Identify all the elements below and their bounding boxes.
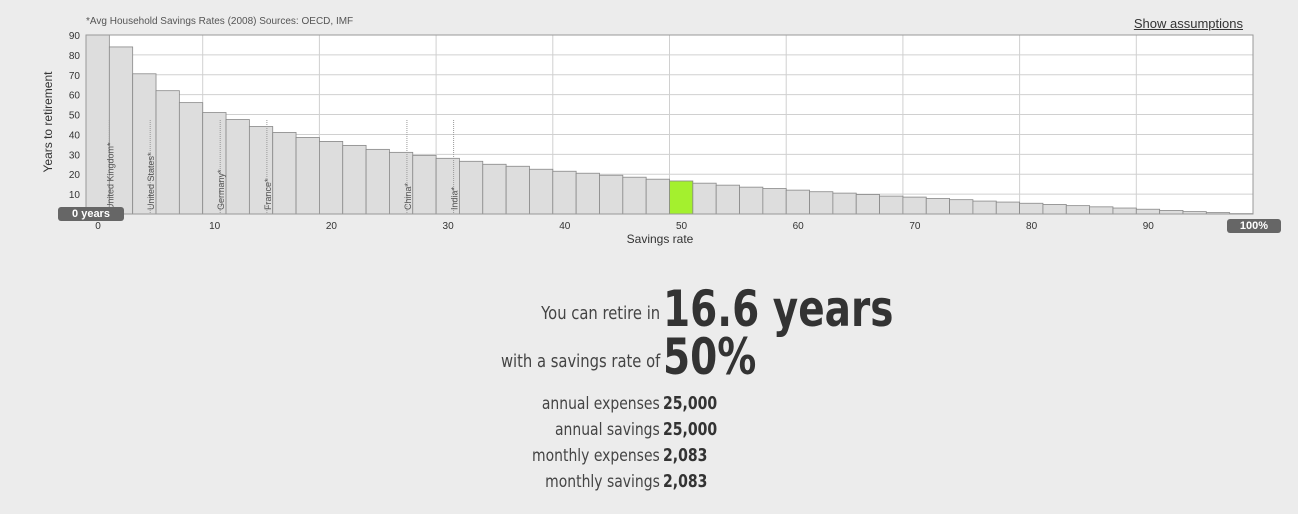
bar[interactable]: [505, 165, 530, 215]
bar[interactable]: [1135, 208, 1161, 215]
bar[interactable]: [622, 176, 647, 215]
source-note: *Avg Household Savings Rates (2008) Sour…: [86, 16, 354, 27]
country-marker-label: United States*: [146, 152, 156, 210]
bar[interactable]: [1089, 206, 1114, 215]
annual-savings-label: annual savings: [555, 420, 660, 440]
x-tick-label: 50: [676, 221, 688, 232]
bar[interactable]: [225, 119, 250, 215]
bar[interactable]: [809, 191, 834, 215]
highlighted-bar[interactable]: [669, 180, 694, 215]
bar[interactable]: [715, 184, 740, 215]
bar[interactable]: [1112, 207, 1137, 215]
country-marker-label: India*: [450, 186, 460, 210]
bar[interactable]: [832, 192, 857, 215]
bar[interactable]: [365, 148, 390, 215]
rate-label: with a savings rate of: [500, 351, 660, 372]
bar[interactable]: [155, 90, 180, 215]
annual-savings-value: 25,000: [663, 419, 718, 440]
annual-expenses-value: 25,000: [663, 393, 718, 414]
bar[interactable]: [529, 168, 554, 215]
x-axis-label: Savings rate: [626, 232, 694, 246]
bar[interactable]: [575, 172, 600, 215]
x-tick-label: 40: [559, 221, 571, 232]
y-tick-label: 90: [69, 31, 81, 42]
bar[interactable]: [272, 132, 297, 215]
country-marker-label: France*: [263, 178, 273, 210]
y-tick-label: 10: [69, 190, 81, 201]
x-tick-label: 0: [95, 221, 101, 232]
monthly-expenses-value: 2,083: [663, 445, 708, 466]
annual-expenses-label: annual expenses: [542, 394, 660, 414]
retire-label: You can retire in: [540, 303, 660, 324]
y-tick-label: 40: [69, 130, 81, 141]
y-tick-label: 50: [69, 111, 81, 122]
x-tick-label: 60: [793, 221, 805, 232]
bar[interactable]: [552, 170, 577, 215]
bar[interactable]: [879, 195, 904, 215]
years-slider-handle[interactable]: 0 years: [58, 207, 124, 221]
annual-expenses-row: annual expenses 25,000: [0, 393, 1298, 416]
y-tick-label: 20: [69, 170, 81, 181]
rate-row: with a savings rate of 50%: [0, 328, 1298, 386]
y-tick-label: 60: [69, 91, 81, 102]
annual-savings-row: annual savings 25,000: [0, 419, 1298, 442]
bar[interactable]: [785, 189, 810, 215]
bar[interactable]: [925, 198, 950, 215]
monthly-expenses-row: monthly expenses 2,083: [0, 445, 1298, 468]
bar[interactable]: [739, 186, 764, 215]
country-marker-label: Germany*: [216, 169, 226, 210]
monthly-expenses-label: monthly expenses: [532, 446, 660, 466]
x-tick-label: 70: [909, 221, 921, 232]
x-tick-label: 90: [1143, 221, 1155, 232]
retire-row: You can retire in 16.6 years: [0, 282, 1298, 334]
bar[interactable]: [972, 200, 997, 215]
rate-value: 50%: [663, 328, 757, 386]
bar[interactable]: [902, 196, 927, 215]
retire-value: 16.6 years: [663, 280, 894, 338]
x-tick-label: 10: [209, 221, 221, 232]
bar[interactable]: [1065, 205, 1091, 215]
bar[interactable]: [1019, 202, 1044, 215]
bar[interactable]: [1042, 204, 1067, 215]
monthly-savings-row: monthly savings 2,083: [0, 471, 1298, 494]
bar[interactable]: [178, 102, 204, 215]
y-tick-label: 30: [69, 150, 81, 161]
bar[interactable]: [995, 201, 1021, 215]
bar[interactable]: [342, 144, 367, 215]
country-marker-label: United Kingdom*: [105, 142, 115, 210]
savings-chart[interactable]: United Kingdom* United States* Germany* Fra…: [0, 0, 1298, 250]
bar[interactable]: [645, 178, 670, 215]
y-tick-label: 80: [69, 51, 81, 62]
bar[interactable]: [855, 194, 880, 215]
x-tick-label: 80: [1026, 221, 1038, 232]
rate-slider-handle[interactable]: 100%: [1227, 219, 1281, 233]
bar[interactable]: [1159, 210, 1184, 215]
monthly-savings-label: monthly savings: [545, 472, 660, 492]
bar[interactable]: [692, 182, 717, 215]
bar[interactable]: [599, 174, 624, 215]
bar[interactable]: [459, 160, 484, 215]
show-assumptions-link[interactable]: Show assumptions: [1134, 16, 1243, 31]
x-tick-label: 30: [443, 221, 455, 232]
x-tick-label: 20: [326, 221, 338, 232]
bar[interactable]: [318, 141, 344, 215]
bar[interactable]: [762, 188, 787, 215]
bar[interactable]: [949, 199, 974, 215]
bar[interactable]: [482, 163, 507, 215]
y-tick-label: 70: [69, 71, 81, 82]
y-axis-label: Years to retirement: [41, 71, 55, 173]
monthly-savings-value: 2,083: [663, 471, 708, 492]
bar[interactable]: [412, 154, 437, 215]
country-marker-label: China*: [403, 182, 413, 210]
bar[interactable]: [295, 137, 320, 215]
